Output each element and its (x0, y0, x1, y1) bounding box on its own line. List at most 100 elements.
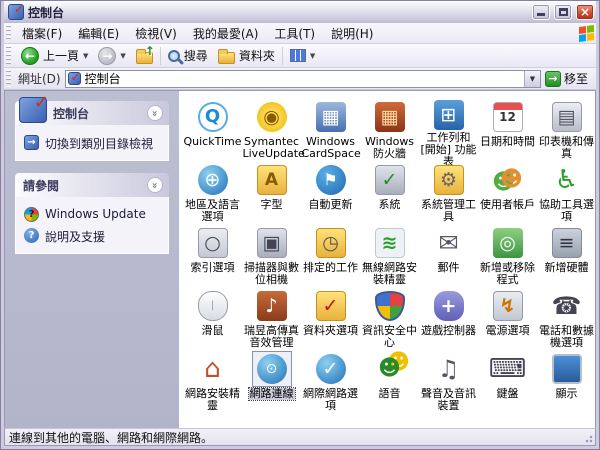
search-label: 搜尋 (183, 49, 208, 63)
item-user-accounts[interactable]: ☻ 使用者帳戶 (478, 160, 537, 223)
system-icon: ✓ (374, 165, 405, 195)
collapse-chevron-icon[interactable]: « (147, 177, 163, 193)
back-dropdown-icon[interactable]: ▼ (83, 52, 88, 60)
task-link[interactable]: → 切換到類別目錄檢視 (24, 135, 162, 152)
phone-modem-icon: ☎ (551, 292, 582, 320)
views-dropdown-icon[interactable]: ▼ (310, 52, 315, 60)
item-security-center[interactable]: 資訊安全中心 (360, 286, 419, 349)
forward-dropdown-icon[interactable]: ▼ (120, 52, 125, 60)
fonts-icon: A (256, 165, 287, 195)
item-label: 電源選項 (485, 324, 530, 337)
item-internet-options[interactable]: ✓ 網際網路選項 (301, 349, 360, 412)
maximize-button[interactable] (554, 4, 572, 20)
item-sounds-audio[interactable]: ♫ 聲音及音訊裝置 (419, 349, 478, 412)
control-panel-window: 控制台 × 檔案(F)編輯(E)檢視(V)我的最愛(A)工具(T)說明(H) ←… (0, 0, 600, 450)
menu-item[interactable]: 編輯(E) (70, 23, 127, 44)
toolbar-separator (159, 46, 161, 65)
item-system[interactable]: ✓ 系統 (360, 160, 419, 223)
menu-item[interactable]: 我的最愛(A) (185, 23, 267, 44)
menu-item[interactable]: 檔案(F) (14, 23, 70, 44)
folder-options-icon: ✓ (315, 291, 346, 321)
regional-language-icon: ⊕ (197, 165, 228, 195)
item-network-wizard[interactable]: ⌂ 網路安裝精靈 (183, 349, 242, 412)
close-button[interactable]: × (576, 4, 594, 20)
item-add-remove-programs[interactable]: ◎ 新增或移除程式 (478, 223, 537, 286)
menu-item[interactable]: 檢視(V) (127, 23, 185, 44)
item-cardspace[interactable]: ▦ Windows CardSpace (301, 97, 361, 160)
keyboard-icon: ⌨ (488, 354, 527, 384)
item-date-time[interactable]: 12 日期和時間 (478, 97, 537, 160)
task-link[interactable]: ? Windows Update (24, 207, 162, 222)
item-label: Symantec LiveUpdate (242, 135, 305, 160)
item-folder-options[interactable]: ✓ 資料夾選項 (301, 286, 360, 349)
item-liveupdate[interactable]: ◉ Symantec LiveUpdate (242, 97, 305, 160)
date-time-icon: 12 (492, 102, 523, 132)
item-accessibility[interactable]: ♿ 協助工具選項 (537, 160, 595, 223)
up-button[interactable] (133, 44, 156, 65)
folders-label: 資料夾 (238, 49, 275, 63)
menu-item[interactable]: 工具(T) (266, 23, 323, 44)
item-label: 資料夾選項 (303, 324, 358, 337)
item-network-connections[interactable]: ⊙ 網路連線 (242, 349, 301, 412)
switch-view-icon: → (24, 135, 39, 150)
item-mouse[interactable]: | 滑鼠 (183, 286, 242, 349)
control-panel-icon (19, 92, 49, 123)
item-scanners-cameras[interactable]: ▣ 掃描器與數位相機 (242, 223, 301, 286)
item-phone-modem[interactable]: ☎ 電話和數據機選項 (537, 286, 595, 349)
forward-button[interactable]: → ▼ (95, 46, 128, 66)
item-taskbar-startmenu[interactable]: ⊞ 工作列和 [開始] 功能表 (419, 97, 478, 168)
address-combo[interactable]: 控制台 ▼ (64, 69, 541, 88)
item-wireless-wizard[interactable]: ≋ 無線網路安裝精靈 (360, 223, 419, 286)
item-display[interactable]: 顯示 (537, 349, 595, 412)
toolbar-grip[interactable] (6, 46, 11, 65)
views-button[interactable]: ▼ (287, 48, 318, 63)
item-automatic-updates[interactable]: ⚑ 自動更新 (301, 160, 360, 223)
item-regional-language[interactable]: ⊕ 地區及語言選項 (183, 160, 242, 223)
item-realtek-audio[interactable]: ♪ 瑞昱高傳真音效管理 (242, 286, 301, 349)
item-firewall[interactable]: ▦ Windows 防火牆 (360, 97, 419, 160)
collapse-chevron-icon[interactable]: « (147, 105, 163, 121)
panel-header: 控制台 « (15, 92, 169, 125)
task-link[interactable]: ? 說明及支援 (24, 228, 162, 245)
task-link-label: 切換到類別目錄檢視 (45, 137, 154, 151)
item-fonts[interactable]: A 字型 (242, 160, 301, 223)
control-panel-icon (8, 2, 24, 20)
icon-list-view[interactable]: Q QuickTime ◉ Symantec LiveUpdate ▦ Wind… (179, 91, 595, 428)
item-speech[interactable]: ☻ 語音 (360, 349, 419, 412)
mouse-icon: | (197, 291, 228, 321)
item-indexing[interactable]: ○ 索引選項 (183, 223, 242, 286)
address-dropdown-button[interactable]: ▼ (523, 70, 540, 87)
back-button[interactable]: ← 上一頁 ▼ (18, 46, 91, 66)
menu-item[interactable]: 說明(H) (323, 23, 381, 44)
item-quicktime[interactable]: Q QuickTime (183, 97, 242, 160)
resize-grip[interactable] (582, 432, 594, 444)
item-add-hardware[interactable]: ≡ 新增硬體 (537, 223, 595, 286)
maximize-icon (558, 8, 568, 16)
minimize-button[interactable] (532, 4, 550, 20)
minimize-icon (537, 13, 545, 16)
item-keyboard[interactable]: ⌨ 鍵盤 (478, 349, 537, 412)
item-label: 掃描器與數位相機 (244, 261, 299, 286)
item-game-controllers[interactable]: + 遊戲控制器 (419, 286, 478, 349)
item-scheduled-tasks[interactable]: ◷ 排定的工作 (301, 223, 360, 286)
go-button[interactable]: → 移至 (544, 70, 592, 87)
folders-button[interactable]: 資料夾 (215, 46, 278, 65)
search-button[interactable]: 搜尋 (165, 46, 211, 65)
item-label: 新增或移除程式 (480, 261, 535, 286)
item-label: 自動更新 (308, 198, 353, 211)
item-printers-faxes[interactable]: ▤ 印表機和傳真 (537, 97, 595, 160)
item-label: 滑鼠 (201, 324, 224, 337)
item-admin-tools[interactable]: ⚙ 系統管理工具 (419, 160, 478, 223)
windows-logo-icon (579, 24, 594, 42)
item-label: 語音 (378, 387, 401, 400)
item-power-options[interactable]: ↯ 電源選項 (478, 286, 537, 349)
task-link-label: 說明及支援 (45, 230, 106, 244)
address-grip[interactable] (6, 70, 11, 87)
go-icon: → (544, 70, 561, 87)
menu-grip[interactable] (6, 25, 11, 41)
item-mail[interactable]: ✉ 郵件 (419, 223, 478, 286)
address-value[interactable]: 控制台 (85, 70, 520, 87)
item-label: 系統管理工具 (421, 198, 476, 223)
item-label: 網路連線 (247, 387, 296, 401)
title-bar[interactable]: 控制台 × (4, 1, 596, 23)
